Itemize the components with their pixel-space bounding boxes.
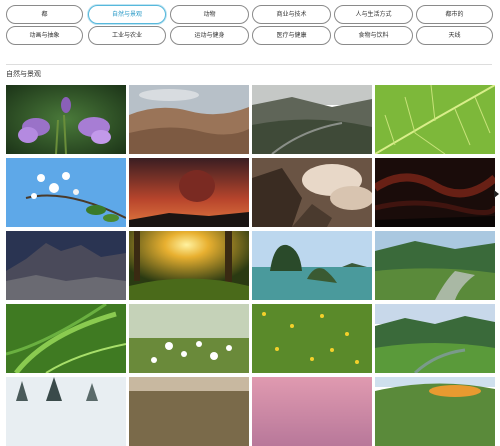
aurora-night-thumbnail[interactable] xyxy=(375,158,495,227)
daisy-field-thumbnail[interactable] xyxy=(129,304,249,373)
dandelion-meadow-thumbnail[interactable] xyxy=(252,304,372,373)
pink-sky-thumbnail[interactable] xyxy=(252,377,372,446)
desert-canyon-thumbnail[interactable] xyxy=(129,85,249,154)
category-industry-agriculture[interactable]: 工业与农业 xyxy=(88,26,166,45)
mountain-ridge-thumbnail[interactable] xyxy=(6,231,126,300)
category-animation-abstract[interactable]: 动画与抽象 xyxy=(6,26,83,45)
category-business-tech[interactable]: 商业与技术 xyxy=(252,5,331,24)
sunset-plains-thumbnail[interactable] xyxy=(129,377,249,446)
section-divider xyxy=(6,64,492,65)
chevron-right-icon[interactable] xyxy=(494,190,499,198)
snowy-trees-thumbnail[interactable] xyxy=(6,377,126,446)
section-title: 自然与景观 xyxy=(6,70,41,78)
category-medical-health[interactable]: 医疗与健康 xyxy=(252,26,331,45)
river-valley-thumbnail[interactable] xyxy=(375,231,495,300)
purple-flowers-thumbnail[interactable] xyxy=(6,85,126,154)
category-all[interactable]: 都 xyxy=(6,5,83,24)
category-antenna[interactable]: 天线 xyxy=(416,26,493,45)
category-nature-landscape[interactable]: 自然与景观 xyxy=(88,5,166,24)
category-animals[interactable]: 动物 xyxy=(170,5,249,24)
forest-sunrise-thumbnail[interactable] xyxy=(129,231,249,300)
rocky-clouds-thumbnail[interactable] xyxy=(252,158,372,227)
category-people-lifestyle[interactable]: 人与生活方式 xyxy=(334,5,413,24)
karst-islands-thumbnail[interactable] xyxy=(252,231,372,300)
flower-hills-thumbnail[interactable] xyxy=(375,377,495,446)
category-sports-fitness[interactable]: 运动与健身 xyxy=(170,26,249,45)
category-urban[interactable]: 都市的 xyxy=(416,5,493,24)
white-blossoms-thumbnail[interactable] xyxy=(6,158,126,227)
valley-river-thumbnail[interactable] xyxy=(252,85,372,154)
green-hills-river-thumbnail[interactable] xyxy=(375,304,495,373)
category-food-drink[interactable]: 食物与饮料 xyxy=(334,26,413,45)
green-leaf-thumbnail[interactable] xyxy=(375,85,495,154)
volcano-eruption-thumbnail[interactable] xyxy=(129,158,249,227)
grass-blades-thumbnail[interactable] xyxy=(6,304,126,373)
